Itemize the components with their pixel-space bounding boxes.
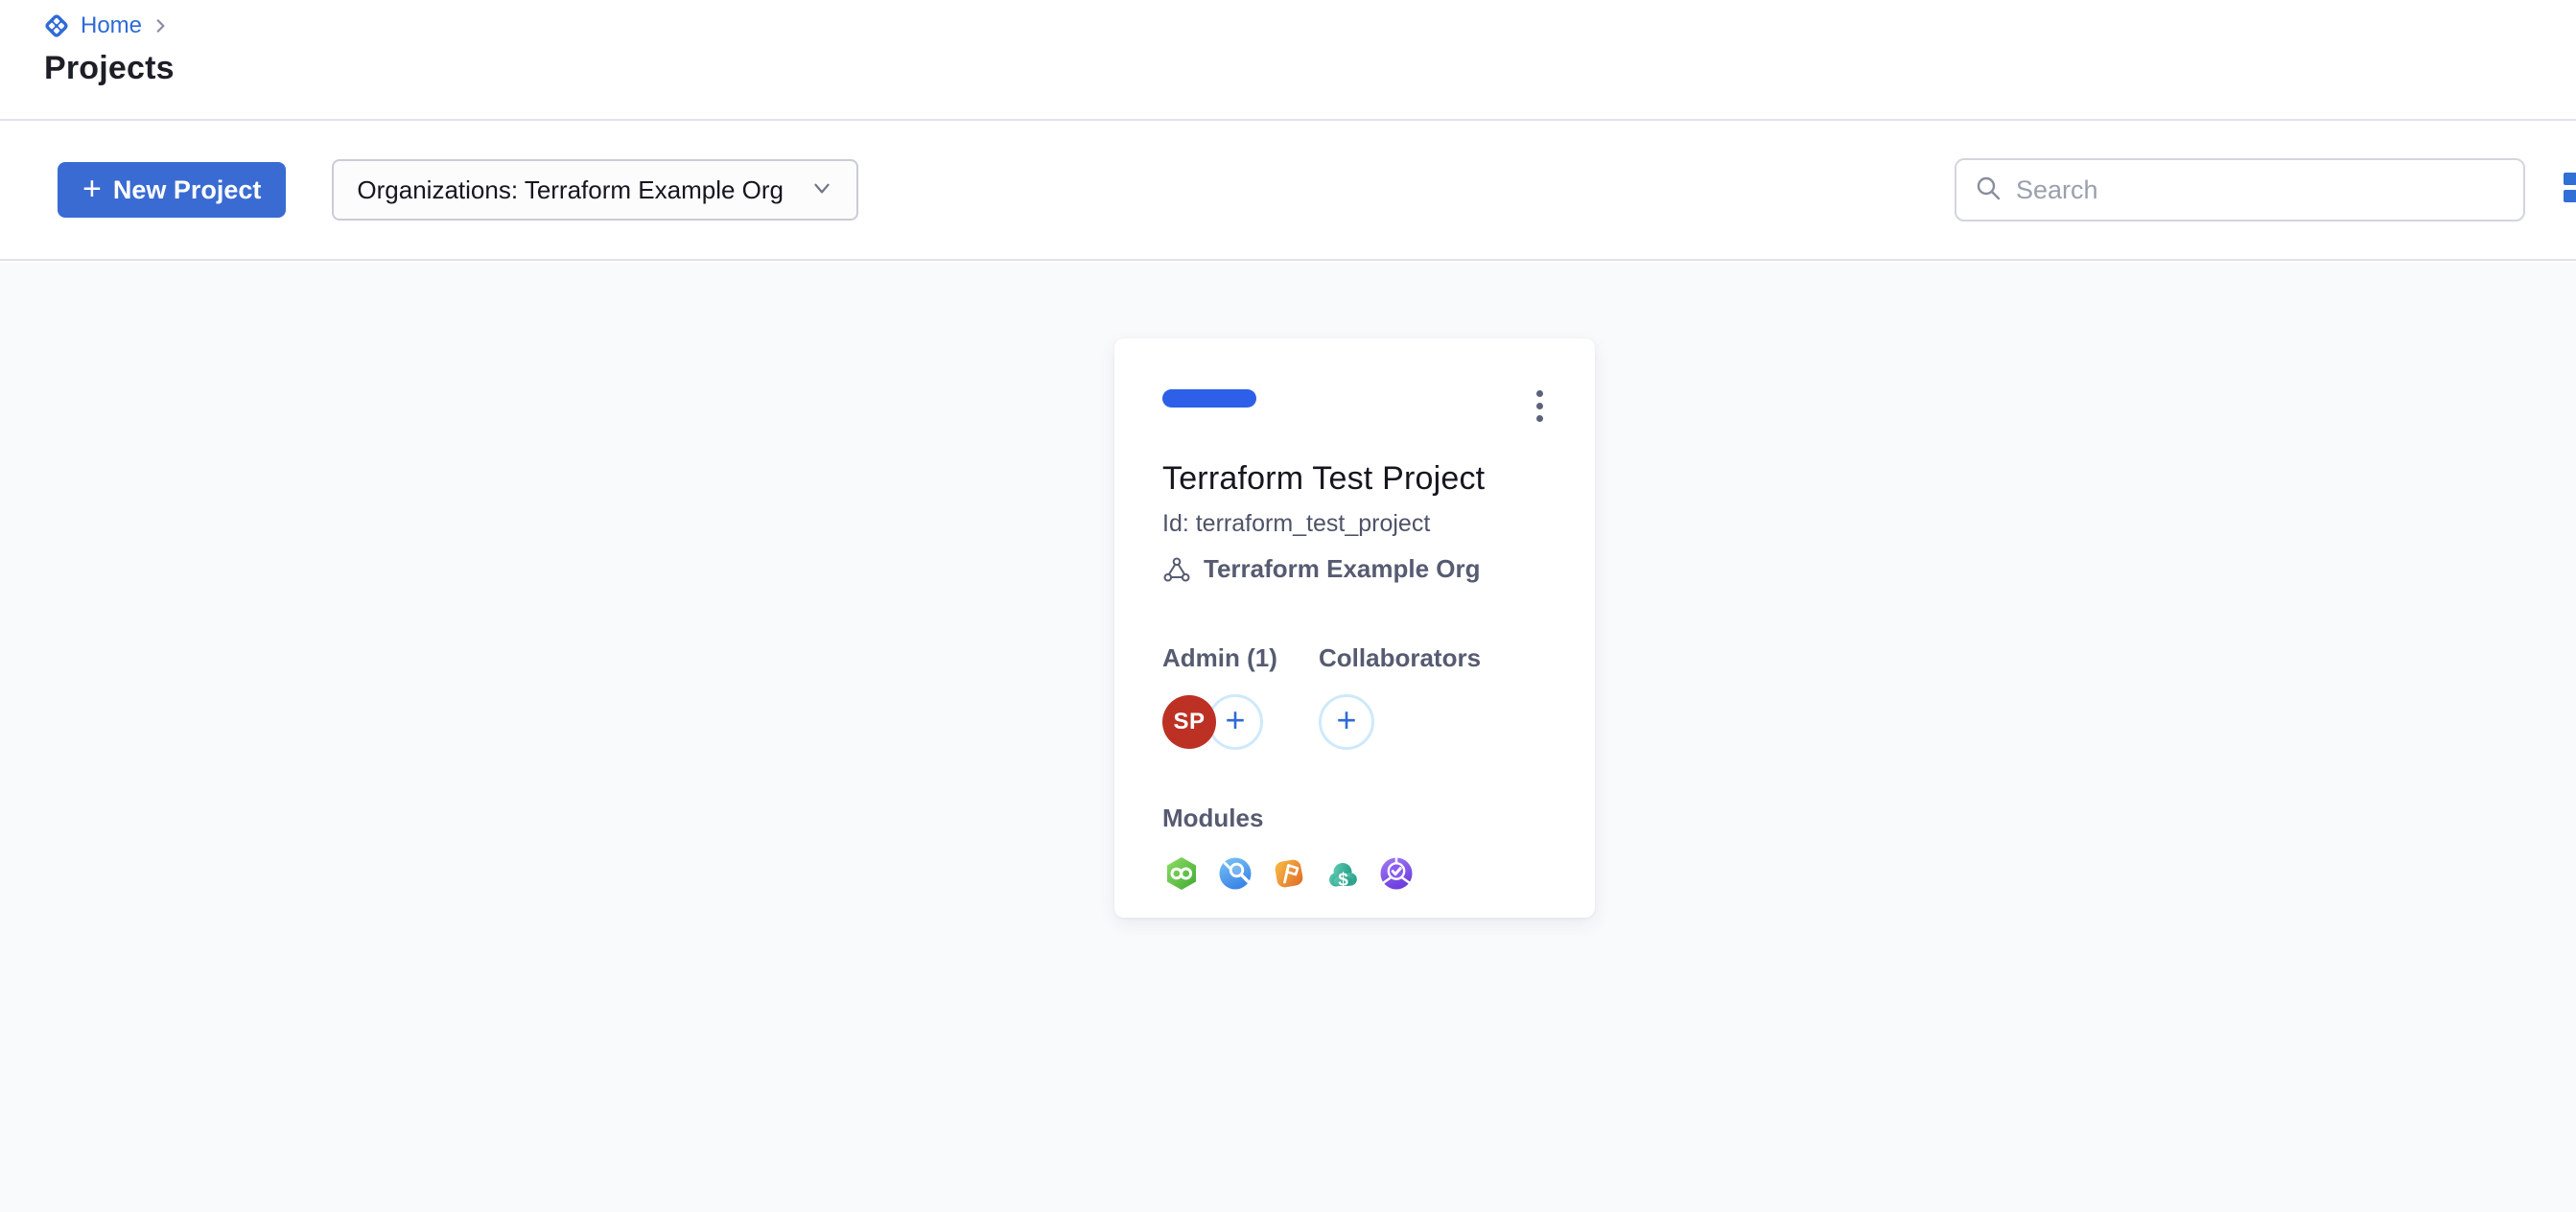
breadcrumb: Home [42, 10, 2576, 42]
collaborators-section: Collaborators + [1319, 643, 1481, 750]
chevron-down-icon [810, 176, 833, 204]
project-accent-pill [1162, 389, 1256, 408]
search-icon [1974, 174, 2002, 207]
organization-triangle-icon [1162, 555, 1191, 584]
search-box [1955, 158, 2525, 221]
projects-grid: Terraform Test Project Id: terraform_tes… [0, 263, 2576, 1212]
grid-square [2564, 173, 2576, 185]
card-menu-button[interactable] [1531, 388, 1549, 424]
kebab-dot [1536, 390, 1543, 397]
check-donut-module-icon [1377, 854, 1416, 893]
cloud-dollar-module-icon: $ [1323, 854, 1362, 893]
admin-section: Admin (1) SP + [1162, 643, 1319, 750]
collaborators-label: Collaborators [1319, 643, 1481, 673]
new-project-label: New Project [113, 175, 262, 205]
project-card[interactable]: Terraform Test Project Id: terraform_tes… [1114, 338, 1595, 918]
toolbar: + New Project Organizations: Terraform E… [0, 121, 2576, 261]
project-id: Id: terraform_test_project [1162, 510, 1549, 538]
kebab-dot [1536, 415, 1543, 422]
modules-section: Modules [1162, 804, 1549, 893]
kebab-dot [1536, 403, 1543, 409]
four-diamonds-logo-icon [42, 12, 71, 40]
plus-icon: + [82, 173, 102, 205]
project-organization-row: Terraform Example Org [1162, 554, 1549, 584]
page-title: Projects [44, 50, 2576, 87]
organizations-filter-dropdown[interactable]: Organizations: Terraform Example Org [332, 159, 858, 221]
grid-view-toggle-icon[interactable] [2564, 169, 2576, 211]
breadcrumb-home-link[interactable]: Home [81, 14, 142, 37]
admin-avatar[interactable]: SP [1162, 695, 1216, 749]
grid-square [2564, 190, 2576, 202]
flag-module-icon [1270, 854, 1308, 893]
project-organization-name: Terraform Example Org [1204, 554, 1481, 584]
modules-label: Modules [1162, 804, 1549, 833]
add-collaborator-button[interactable]: + [1319, 694, 1374, 750]
new-project-button[interactable]: + New Project [58, 162, 286, 218]
chevron-right-icon [152, 17, 169, 35]
infinity-hexagon-module-icon [1162, 854, 1201, 893]
page-header: Home Projects [0, 0, 2576, 121]
project-title: Terraform Test Project [1162, 460, 1549, 498]
search-input[interactable] [2016, 175, 2506, 205]
search-circle-module-icon [1216, 854, 1254, 893]
svg-text:$: $ [1338, 871, 1348, 891]
admin-label: Admin (1) [1162, 643, 1319, 673]
module-icons-row: $ [1162, 854, 1549, 893]
organizations-filter-value: Organizations: Terraform Example Org [357, 175, 784, 205]
